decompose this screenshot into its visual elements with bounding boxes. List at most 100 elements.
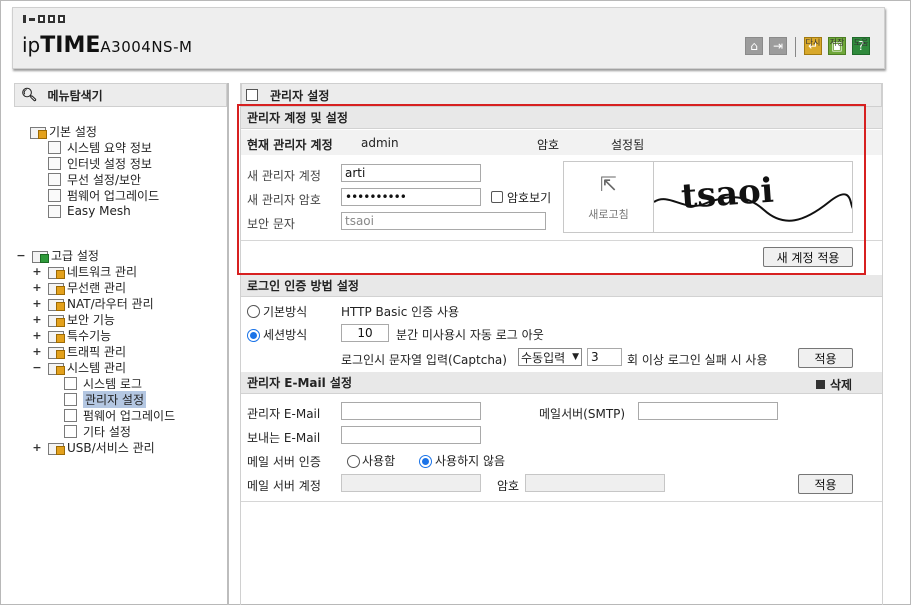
captcha-label: 보안 문자 [247, 217, 295, 231]
save-button[interactable]: ▣ 저장 [828, 37, 846, 55]
fail-count-desc: 회 이상 로그인 실패 시 사용 [627, 353, 768, 367]
wireless-icon [48, 172, 61, 186]
tree-item-network[interactable]: + 네트워크 관리 [32, 263, 137, 279]
restart-button[interactable]: ↵ 다시 [804, 37, 822, 55]
brand-bold: TIME [40, 33, 101, 58]
folder-icon [32, 249, 49, 263]
minus-icon [816, 380, 825, 389]
tree-advanced-settings[interactable]: − 고급 설정 [16, 247, 99, 263]
tree-item-misc-settings[interactable]: 기타 설정 [64, 423, 131, 439]
expand-toggle[interactable]: + [32, 345, 42, 358]
selected-menu-label: 관리자 설정 [83, 390, 147, 408]
tree-item-security[interactable]: + 보안 기능 [32, 311, 115, 327]
refresh-icon: ⇱ [600, 172, 617, 196]
new-account-input[interactable] [341, 164, 481, 182]
session-auth-label: 세션방식 [263, 328, 308, 342]
magnifier-icon: 🔍︎ [21, 87, 38, 103]
current-account-value: admin [361, 136, 399, 150]
brand-logo: ipTIMEA3004NS-M [22, 33, 192, 58]
apply-new-account-button[interactable]: 새 계정 적용 [763, 247, 853, 267]
tree-item-system-log[interactable]: 시스템 로그 [64, 375, 142, 391]
collapse-toggle[interactable]: − [16, 249, 26, 262]
mail-auth-off-label: 사용하지 않음 [435, 454, 506, 468]
new-password-label: 새 관리자 암호 [247, 193, 321, 207]
captcha-mode-select[interactable]: 수동입력 ▼ [518, 348, 582, 366]
usb-icon [48, 441, 65, 455]
basic-auth-radio[interactable] [247, 305, 260, 318]
tree-item-system-summary[interactable]: 시스템 요약 정보 [48, 139, 152, 155]
mesh-icon [48, 204, 61, 218]
smtp-input[interactable] [638, 402, 778, 420]
tree-item-traffic[interactable]: + 트래픽 관리 [32, 343, 126, 359]
tree-basic-settings[interactable]: 기본 설정 [30, 123, 97, 139]
divider [241, 501, 882, 502]
tree-item-firmware-upgrade[interactable]: 펌웨어 업그레이드 [48, 187, 159, 203]
expand-toggle[interactable]: + [32, 329, 42, 342]
collapse-toggle[interactable]: − [32, 361, 42, 374]
apply-login-button[interactable]: 적용 [798, 348, 853, 368]
chart-icon [48, 140, 61, 154]
main-panel: 관리자 설정 관리자 계정 및 설정 현재 관리자 계정 admin 암호 설정… [240, 83, 883, 605]
page-icon [246, 89, 258, 101]
current-password-label: 암호 [537, 138, 560, 152]
router-icon [48, 297, 65, 311]
expand-toggle[interactable]: + [32, 441, 42, 454]
menu-explorer: 🔍︎ 메뉴탐색기 기본 설정 시스템 요약 정보 인터넷 설정 정보 무선 설정… [14, 83, 229, 605]
tree-item-wireless-security[interactable]: 무선 설정/보안 [48, 171, 141, 187]
email-section-header: 관리자 E-Mail 설정 [241, 372, 882, 394]
mail-account-input[interactable] [341, 474, 481, 492]
toolbar: ⌂ ⇥ ↵ 다시 ▣ 저장 ? 도움 [745, 37, 870, 57]
refresh-label: 새로고침 [588, 208, 629, 221]
expand-toggle[interactable]: + [32, 281, 42, 294]
document-icon [64, 376, 77, 390]
sender-email-label: 보내는 E-Mail [247, 431, 321, 445]
logout-icon[interactable]: ⇥ [769, 37, 787, 55]
mail-auth-label: 메일 서버 인증 [247, 455, 321, 469]
menu-explorer-header: 🔍︎ 메뉴탐색기 [14, 83, 227, 107]
show-password-checkbox[interactable] [491, 191, 503, 203]
tree-item-usb-service[interactable]: + USB/서비스 관리 [32, 439, 155, 455]
session-auth-radio[interactable] [247, 329, 260, 342]
vertical-scrollbar[interactable] [886, 83, 908, 603]
tree-item-special[interactable]: + 특수기능 [32, 327, 111, 343]
tree-item-system-management[interactable]: − 시스템 관리 [32, 359, 126, 375]
lock-icon [48, 313, 65, 327]
mail-password-input[interactable] [525, 474, 665, 492]
captcha-text: tsaoi [680, 171, 775, 217]
mail-auth-on-radio[interactable] [347, 455, 360, 468]
tree-item-internet-info[interactable]: 인터넷 설정 정보 [48, 155, 152, 171]
delete-email-button[interactable]: 삭제 [816, 376, 852, 393]
apply-email-button[interactable]: 적용 [798, 474, 853, 494]
tree-item-firmware-upgrade-adv[interactable]: 펌웨어 업그레이드 [64, 407, 175, 423]
home-icon[interactable]: ⌂ [745, 37, 763, 55]
captcha-refresh-button[interactable]: ⇱ 새로고침 [564, 162, 654, 232]
expand-toggle[interactable]: + [32, 313, 42, 326]
account-section-header: 관리자 계정 및 설정 [241, 107, 882, 129]
tree-item-wlan[interactable]: + 무선랜 관리 [32, 279, 126, 295]
tree-item-admin-settings[interactable]: 관리자 설정 [64, 390, 147, 408]
new-password-input[interactable] [341, 188, 481, 206]
sender-email-input[interactable] [341, 426, 481, 444]
model-name: A3004NS-M [100, 38, 193, 56]
folder-icon [30, 125, 47, 139]
tree-item-nat-router[interactable]: + NAT/라우터 관리 [32, 295, 154, 311]
captcha-login-label: 로그인시 문자열 입력(Captcha) [341, 353, 507, 367]
session-timeout-input[interactable] [341, 324, 389, 342]
mail-auth-off-radio[interactable] [419, 455, 432, 468]
brand-prefix: ip [22, 33, 41, 57]
captcha-input[interactable] [341, 212, 546, 230]
page-title: 관리자 설정 [270, 88, 330, 103]
tree-item-easy-mesh[interactable]: Easy Mesh [48, 203, 131, 219]
menu-explorer-title: 메뉴탐색기 [47, 88, 103, 103]
current-password-value: 설정됨 [611, 138, 645, 152]
captcha-noise-line: tsaoi [654, 171, 852, 222]
basic-auth-label: 기본방식 [263, 305, 308, 319]
fail-count-input[interactable] [587, 348, 622, 366]
admin-email-input[interactable] [341, 402, 481, 420]
mail-account-label: 메일 서버 계정 [247, 479, 321, 493]
header-bar: ipTIMEA3004NS-M ⌂ ⇥ ↵ 다시 ▣ 저장 ? 도움 [12, 7, 885, 69]
expand-toggle[interactable]: + [32, 297, 42, 310]
main-header: 관리자 설정 [241, 83, 882, 107]
expand-toggle[interactable]: + [32, 265, 42, 278]
help-button[interactable]: ? 도움 [852, 37, 870, 55]
